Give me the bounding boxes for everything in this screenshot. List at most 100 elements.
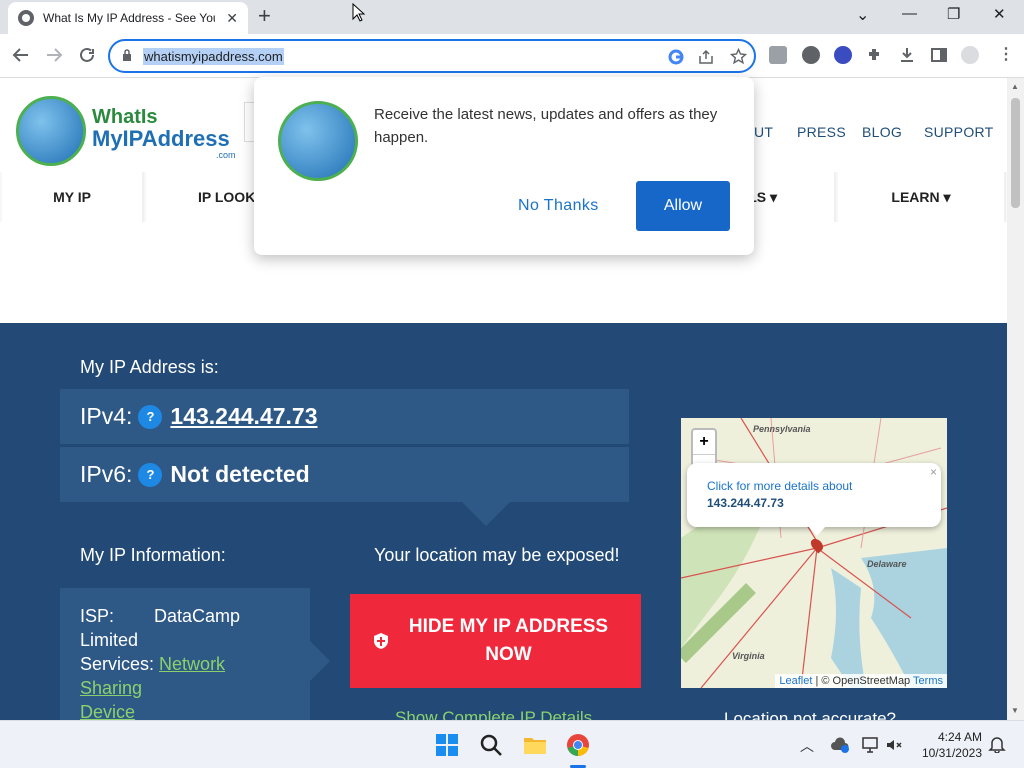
services-key: Services: bbox=[80, 654, 155, 674]
browser-toolbar: whatismyipaddress.com ⋮ bbox=[0, 34, 1024, 78]
ipv6-label: IPv6: bbox=[80, 461, 133, 487]
scrollbar-thumb[interactable] bbox=[1011, 98, 1020, 208]
volume-muted-icon[interactable] bbox=[884, 735, 904, 755]
google-lens-icon[interactable] bbox=[668, 49, 684, 65]
map-place-label: Virginia bbox=[732, 651, 765, 661]
cloud-sync-icon[interactable] bbox=[830, 735, 850, 755]
popup-ip[interactable]: 143.244.47.73 bbox=[707, 496, 921, 510]
map-popup[interactable]: × Click for more details about 143.244.4… bbox=[687, 463, 941, 527]
windows-start-icon[interactable] bbox=[435, 733, 459, 757]
minimize-button[interactable]: — bbox=[902, 5, 917, 22]
bookmark-star-icon[interactable] bbox=[730, 48, 747, 65]
top-nav-blog[interactable]: BLOG bbox=[862, 124, 902, 140]
page-scrollbar[interactable]: ▲ ▼ bbox=[1007, 78, 1024, 720]
top-nav-press[interactable]: PRESS bbox=[797, 124, 846, 140]
terms-link[interactable]: Terms bbox=[913, 675, 943, 687]
box-pointer bbox=[462, 502, 510, 526]
top-nav-support[interactable]: SUPPORT bbox=[924, 124, 994, 140]
popup-close-icon[interactable]: × bbox=[930, 465, 937, 479]
chevron-up-icon[interactable]: ︿ bbox=[800, 736, 814, 756]
globe-icon bbox=[18, 10, 34, 26]
url-text[interactable]: whatismyipaddress.com bbox=[143, 48, 284, 65]
info-arrow bbox=[310, 641, 330, 681]
file-explorer-icon[interactable] bbox=[523, 733, 547, 757]
notification-prompt: Receive the latest news, updates and off… bbox=[254, 77, 754, 255]
notification-message: Receive the latest news, updates and off… bbox=[374, 106, 718, 146]
isp-value-cont: Limited bbox=[80, 630, 139, 650]
back-icon[interactable] bbox=[12, 46, 30, 64]
ip-info-box: ISP: DataCamp Limited Services: Network S… bbox=[60, 588, 310, 720]
site-logo[interactable]: WhatIs MyIPAddress .com bbox=[16, 96, 256, 166]
maximize-button[interactable]: ❐ bbox=[947, 5, 960, 23]
allow-button[interactable]: Allow bbox=[636, 181, 730, 231]
info-label: My IP Information: bbox=[80, 545, 226, 565]
profile-avatar[interactable] bbox=[961, 46, 979, 64]
download-icon[interactable] bbox=[898, 46, 916, 64]
tab-strip: What Is My IP Address - See You ✕ + ⌄ — … bbox=[0, 0, 1024, 34]
popup-tip bbox=[808, 526, 826, 536]
browser-tab[interactable]: What Is My IP Address - See You ✕ bbox=[8, 2, 248, 34]
hide-ip-label: HIDE MY IP ADDRESS NOW bbox=[408, 616, 609, 665]
extension-icon[interactable] bbox=[802, 46, 820, 64]
address-bar[interactable]: whatismyipaddress.com bbox=[108, 39, 756, 73]
shield-icon bbox=[373, 633, 388, 649]
location-question[interactable]: Location not accurate? bbox=[724, 709, 896, 720]
popup-text[interactable]: Click for more details about bbox=[707, 479, 921, 493]
ip-hero-section: My IP Address is: IPv4: ? 143.244.47.73 … bbox=[0, 323, 1007, 720]
help-icon[interactable]: ? bbox=[138, 462, 163, 487]
map-attribution: Leaflet | © OpenStreetMap Terms bbox=[775, 674, 947, 688]
isp-value: DataCamp bbox=[154, 606, 241, 626]
side-panel-icon[interactable] bbox=[930, 46, 948, 64]
ipv4-box: IPv4: ? 143.244.47.73 bbox=[60, 389, 629, 444]
logo-text: .com bbox=[216, 150, 236, 160]
ipv6-value: Not detected bbox=[170, 461, 310, 487]
help-icon[interactable]: ? bbox=[138, 404, 163, 429]
zoom-in-button[interactable]: + bbox=[693, 430, 715, 455]
exposed-label: Your location may be exposed! bbox=[374, 545, 620, 565]
close-window-button[interactable]: ✕ bbox=[993, 5, 1006, 23]
logo-text: MyIPAddress bbox=[92, 126, 230, 151]
globe-logo-icon bbox=[16, 96, 86, 166]
nav-my-ip[interactable]: MY IP bbox=[2, 172, 144, 222]
tab-search-icon[interactable]: ⌄ bbox=[856, 5, 869, 25]
forward-icon[interactable] bbox=[45, 46, 63, 64]
system-clock[interactable]: 4:24 AM 10/31/2023 bbox=[912, 729, 982, 761]
taskbar: ︿ 4:24 AM 10/31/2023 bbox=[0, 720, 1024, 768]
share-icon[interactable] bbox=[698, 49, 714, 65]
extension-icon[interactable] bbox=[834, 46, 852, 64]
mouse-cursor-icon bbox=[352, 3, 366, 22]
menu-kebab-icon[interactable]: ⋮ bbox=[998, 44, 1014, 64]
osm-attribution: | © OpenStreetMap bbox=[812, 675, 914, 687]
ipv4-label: IPv4: bbox=[80, 403, 133, 429]
screen: { "browser": { "tab_title": "What Is My … bbox=[0, 0, 1024, 768]
no-thanks-button[interactable]: No Thanks bbox=[518, 197, 599, 215]
location-map[interactable]: Pennsylvania Delaware Virginia + − × Cli… bbox=[681, 418, 947, 688]
tab-close-icon[interactable]: ✕ bbox=[226, 10, 238, 27]
tab-title: What Is My IP Address - See You bbox=[43, 11, 215, 25]
clock-date: 10/31/2023 bbox=[921, 746, 982, 760]
ipv6-box: IPv6: ? Not detected bbox=[60, 447, 629, 502]
chrome-icon[interactable] bbox=[566, 733, 590, 757]
network-icon[interactable] bbox=[860, 735, 880, 755]
services-link-cont[interactable]: Device bbox=[80, 702, 135, 720]
hide-ip-button[interactable]: HIDE MY IP ADDRESS NOW bbox=[350, 594, 641, 688]
show-details-link[interactable]: Show Complete IP Details bbox=[395, 708, 592, 720]
scroll-up-icon[interactable]: ▲ bbox=[1011, 82, 1019, 91]
ipv4-value[interactable]: 143.244.47.73 bbox=[170, 403, 317, 430]
clock-time: 4:24 AM bbox=[937, 730, 982, 744]
map-tiles bbox=[681, 418, 947, 688]
top-nav-about[interactable]: UT bbox=[754, 124, 773, 140]
scroll-down-icon[interactable]: ▼ bbox=[1011, 706, 1019, 715]
extension-icon[interactable] bbox=[769, 46, 787, 64]
nav-learn[interactable]: LEARN ▾ bbox=[838, 172, 1006, 222]
ip-label: My IP Address is: bbox=[80, 357, 219, 377]
puzzle-icon[interactable] bbox=[866, 46, 884, 64]
new-tab-button[interactable]: + bbox=[258, 5, 271, 27]
search-icon[interactable] bbox=[479, 733, 503, 757]
lock-icon bbox=[123, 49, 131, 61]
map-place-label: Delaware bbox=[867, 559, 907, 569]
isp-key: ISP: bbox=[80, 606, 115, 626]
reload-icon[interactable] bbox=[78, 46, 96, 64]
leaflet-link[interactable]: Leaflet bbox=[779, 675, 812, 687]
notification-bell-icon[interactable] bbox=[988, 735, 1006, 753]
